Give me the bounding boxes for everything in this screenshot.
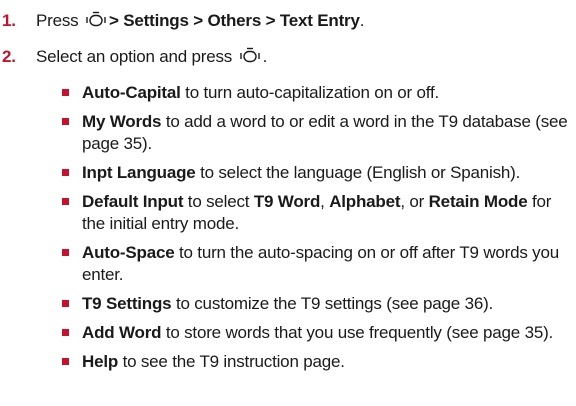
step-suffix: . [262, 47, 268, 66]
step-number: 1. [2, 11, 16, 30]
step-text: Press > Settings > Others > Text Entry. [36, 10, 364, 32]
option-choice: Alphabet [329, 192, 401, 211]
list-item: Auto-Capital to turn auto-capitalization… [0, 82, 576, 104]
option-desc: to select [183, 192, 254, 211]
menu-ok-key-icon [85, 11, 107, 29]
option-term: T9 Settings [82, 294, 172, 313]
list-item: Default Input to select T9 Word, Alphabe… [0, 191, 576, 235]
option-list: Auto-Capital to turn auto-capitalization… [0, 82, 576, 380]
list-item: Inpt Language to select the language (En… [0, 162, 576, 184]
step-text: Select an option and press . [36, 46, 267, 68]
option-desc: to customize the T9 settings (see page 3… [171, 294, 494, 313]
step-prefix: Press [36, 11, 79, 30]
bullet-icon [62, 89, 69, 96]
bullet-icon [62, 118, 69, 125]
option-desc: to turn auto-capitalization on or off. [180, 83, 440, 102]
option-term: My Words [82, 112, 162, 131]
step-number: 2. [2, 47, 16, 66]
option-desc: to select the language (English or Spani… [195, 163, 521, 182]
bullet-icon [62, 300, 69, 307]
option-term: Default Input [82, 192, 184, 211]
list-item: Help to see the T9 instruction page. [0, 351, 576, 373]
bullet-icon [62, 198, 69, 205]
list-item: Add Word to store words that you use fre… [0, 322, 576, 344]
step-suffix: . [359, 11, 365, 30]
option-choice: T9 Word [253, 192, 321, 211]
option-sep: , [320, 192, 330, 211]
option-choice: Retain Mode [428, 192, 528, 211]
bullet-icon [62, 169, 69, 176]
list-item: My Words to add a word to or edit a word… [0, 111, 576, 155]
menu-ok-key-icon [239, 47, 261, 65]
list-item: T9 Settings to customize the T9 settings… [0, 293, 576, 315]
list-item: Auto-Space to turn the auto-spacing on o… [0, 242, 576, 286]
option-term: Add Word [82, 323, 162, 342]
option-desc: to store words that you use frequently (… [161, 323, 554, 342]
bullet-icon [62, 358, 69, 365]
instruction-page: 1. Press > Settings > Others > Text Entr… [0, 0, 576, 406]
option-desc: to see the T9 instruction page. [118, 352, 345, 371]
bullet-icon [62, 329, 69, 336]
option-term: Auto-Capital [82, 83, 181, 102]
menu-path: > Settings > Others > Text Entry [109, 11, 360, 30]
option-sep: , or [400, 192, 429, 211]
step-prefix: Select an option and press [36, 47, 233, 66]
option-term: Inpt Language [82, 163, 196, 182]
option-term: Auto-Space [82, 243, 175, 262]
bullet-icon [62, 249, 69, 256]
option-term: Help [82, 352, 119, 371]
